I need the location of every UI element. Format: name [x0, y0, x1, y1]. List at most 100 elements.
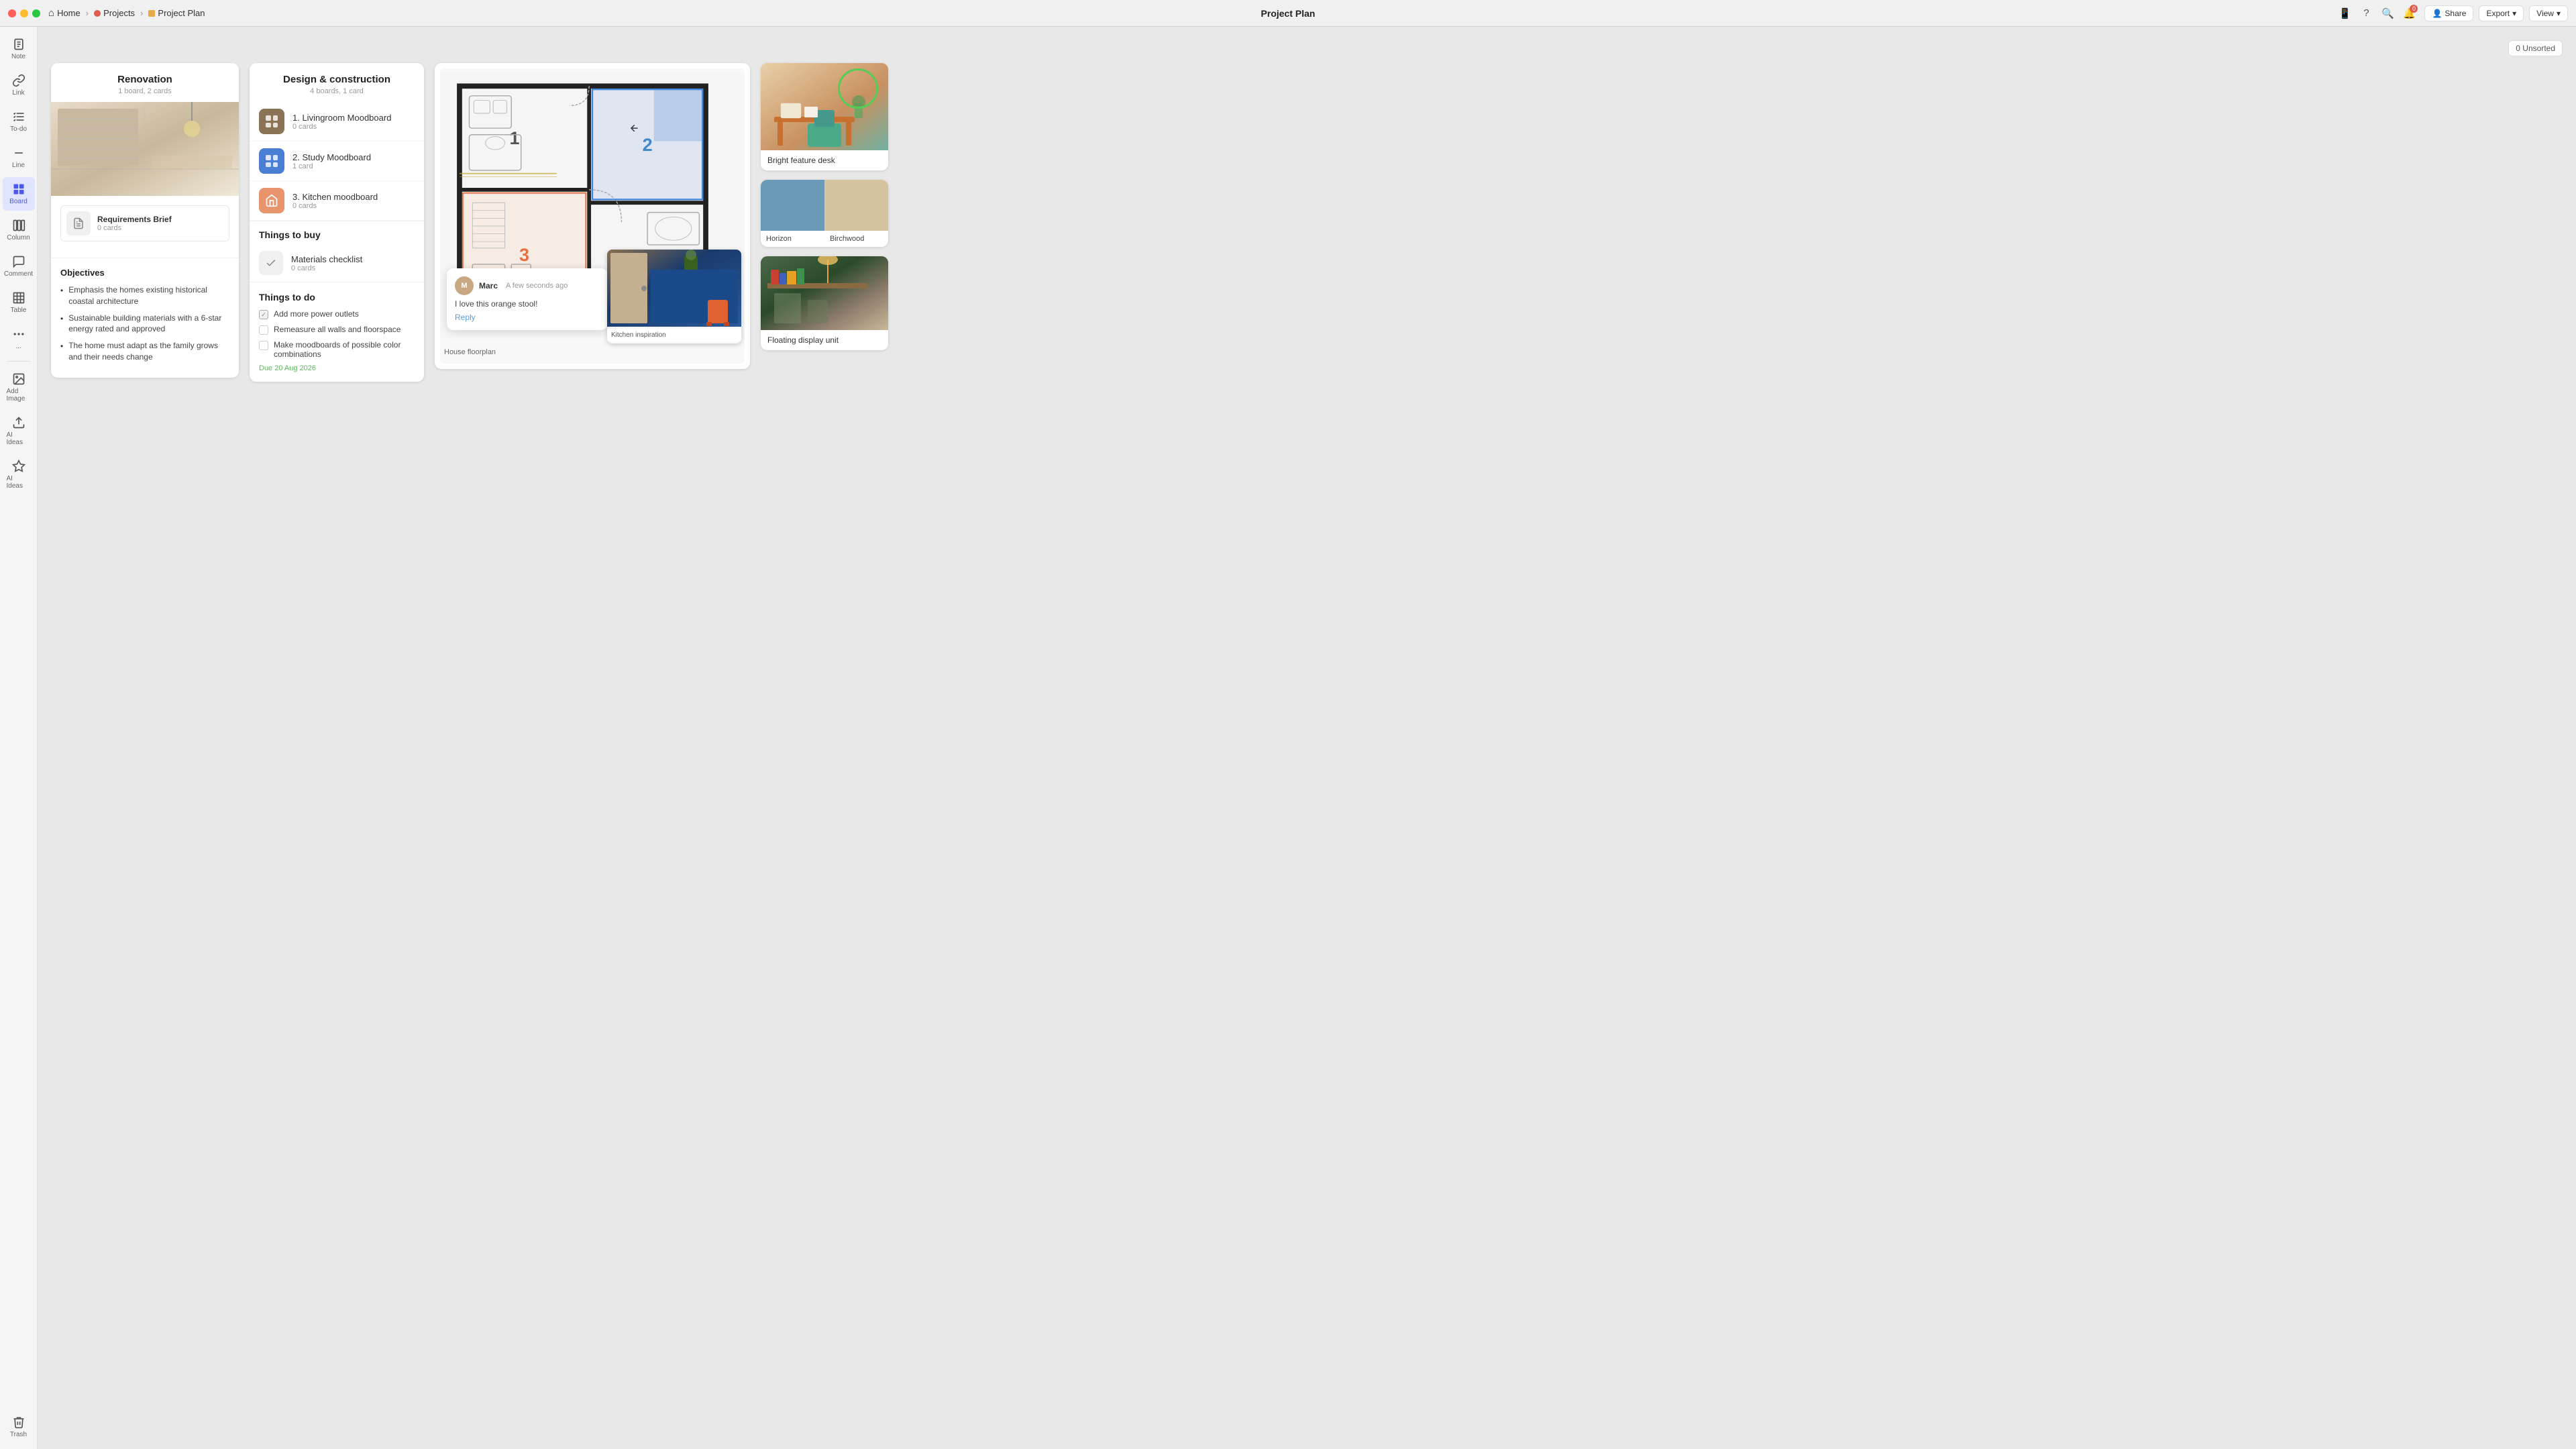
view-button[interactable]: View ▾: [2529, 5, 2568, 21]
swatch-horizon[interactable]: Horizon: [761, 180, 824, 247]
board-item-study[interactable]: 2. Study Moodboard 1 card: [250, 142, 424, 181]
things-to-buy-section: Things to buy: [250, 221, 424, 244]
breadcrumb-home[interactable]: ⌂ Home: [48, 7, 80, 19]
line-label: Line: [12, 162, 25, 169]
board-name-study: 2. Study Moodboard: [292, 152, 371, 162]
board-icon-livingroom: [259, 109, 284, 134]
titlebar-actions: 📱 ? 🔍 🔔 0 👤 Share Export ▾ View ▾: [2339, 5, 2568, 21]
notification-icon[interactable]: 🔔 0: [2403, 7, 2415, 19]
sidebar-item-line[interactable]: Line: [3, 141, 35, 174]
objectives-title: Objectives: [60, 268, 229, 278]
brief-count: 0 cards: [97, 224, 172, 232]
sidebar-item-upload[interactable]: AI Ideas: [3, 411, 35, 451]
brief-title: Requirements Brief: [97, 215, 172, 224]
minimize-button[interactable]: [20, 9, 28, 17]
sidebar-item-table[interactable]: Table: [3, 286, 35, 319]
todo-checkbox-2[interactable]: [259, 325, 268, 335]
board-item-livingroom[interactable]: 1. Livingroom Moodboard 0 cards: [250, 102, 424, 142]
unsorted-button[interactable]: 0 Unsorted: [2508, 40, 2563, 56]
sidebar-item-note[interactable]: Note: [3, 32, 35, 66]
board-count-study: 1 card: [292, 162, 371, 170]
svg-text:2: 2: [643, 135, 653, 155]
floating-display-label: Floating display unit: [761, 330, 888, 350]
board-icon-study: [259, 148, 284, 174]
sidebar-item-add-image[interactable]: Add Image: [3, 367, 35, 408]
floorplan-inner: 1 2 3: [440, 68, 745, 364]
add-image-label: Add Image: [7, 388, 31, 402]
floating-display-card: Floating display unit: [761, 256, 888, 350]
breadcrumb-projects[interactable]: Projects: [94, 8, 135, 18]
floorplan-card: 1 2 3: [435, 63, 750, 369]
sidebar-item-todo[interactable]: To-do: [3, 105, 35, 138]
note-label: Note: [11, 53, 25, 60]
materials-checklist-item[interactable]: Materials checklist 0 cards: [250, 244, 424, 282]
things-to-do-title: Things to do: [259, 292, 415, 303]
ai-label: AI Ideas: [7, 475, 31, 490]
renovation-body: Requirements Brief 0 cards: [51, 196, 239, 258]
board-icon-kitchen: [259, 188, 284, 213]
svg-text:1: 1: [510, 128, 520, 148]
reply-button[interactable]: Reply: [455, 313, 600, 322]
materials-checklist-name: Materials checklist: [291, 254, 362, 264]
comment-label: Comment: [4, 270, 33, 278]
feature-desk-label: Bright feature desk: [761, 150, 888, 170]
sidebar-item-comment[interactable]: Comment: [3, 250, 35, 283]
device-icon: 📱: [2339, 7, 2351, 19]
trash-label: Trash: [10, 1431, 27, 1438]
swatch-horizon-label: Horizon: [761, 231, 824, 247]
todo-checkbox-1[interactable]: [259, 310, 268, 319]
action-bar: 👤 Share Export ▾ View ▾: [2424, 5, 2568, 21]
breadcrumb-project-plan[interactable]: Project Plan: [148, 8, 205, 18]
search-icon[interactable]: 🔍: [2381, 7, 2394, 19]
fullscreen-button[interactable]: [32, 9, 40, 17]
comment-header: M Marc A few seconds ago: [455, 276, 600, 295]
kitchen-photo: Kitchen inspiration: [607, 250, 741, 343]
board-count-livingroom: 0 cards: [292, 123, 391, 131]
todo-label: To-do: [10, 125, 27, 133]
objective-2: • Sustainable building materials with a …: [60, 313, 229, 335]
close-button[interactable]: [8, 9, 16, 17]
design-subtitle: 4 boards, 1 card: [260, 87, 413, 95]
canvas-grid: Renovation 1 board, 2 cards: [51, 63, 2563, 382]
traffic-lights: [8, 9, 40, 17]
due-date: Due 20 Aug 2026: [259, 364, 415, 372]
top-bar: 0 Unsorted: [51, 40, 2563, 56]
design-header: Design & construction 4 boards, 1 card: [250, 63, 424, 102]
help-icon[interactable]: ?: [2360, 7, 2372, 19]
sidebar-item-link[interactable]: Link: [3, 68, 35, 102]
sidebar-item-column[interactable]: Column: [3, 213, 35, 247]
titlebar: ⌂ Home › Projects › Project Plan Project…: [0, 0, 2576, 27]
green-circle-overlay: [838, 68, 878, 109]
sidebar-item-board[interactable]: Board: [3, 177, 35, 211]
objective-3: • The home must adapt as the family grow…: [60, 340, 229, 363]
feature-desk-card: Bright feature desk: [761, 63, 888, 170]
swatch-birchwood[interactable]: Birchwood: [824, 180, 888, 247]
floating-display-image: [761, 256, 888, 330]
brief-item[interactable]: Requirements Brief 0 cards: [60, 205, 229, 241]
todo-checkbox-3[interactable]: [259, 341, 268, 350]
brief-icon: [66, 211, 91, 235]
things-to-buy-title: Things to buy: [259, 229, 415, 240]
renovation-title: Renovation: [62, 74, 228, 85]
todo-item-1: Add more power outlets: [259, 309, 415, 319]
board-name-livingroom: 1. Livingroom Moodboard: [292, 113, 391, 123]
todo-item-2: Remeasure all walls and floorspace: [259, 325, 415, 335]
todo-item-3: Make moodboards of possible color combin…: [259, 340, 415, 359]
upload-label: AI Ideas: [7, 431, 31, 446]
objective-1: • Emphasis the homes existing historical…: [60, 284, 229, 307]
comment-time: A few seconds ago: [506, 282, 568, 290]
board-item-kitchen[interactable]: 3. Kitchen moodboard 0 cards: [250, 181, 424, 221]
sidebar-item-ai[interactable]: AI Ideas: [3, 454, 35, 495]
objectives-section: Objectives • Emphasis the homes existing…: [51, 258, 239, 378]
share-button[interactable]: 👤 Share: [2424, 5, 2473, 21]
sidebar-item-trash[interactable]: Trash: [3, 1410, 35, 1444]
color-swatches: Horizon Birchwood: [761, 180, 888, 247]
export-button[interactable]: Export ▾: [2479, 5, 2524, 21]
sidebar-item-more[interactable]: ...: [3, 322, 35, 356]
right-panel: Bright feature desk Horizon Birchwood: [761, 63, 888, 350]
materials-checklist-count: 0 cards: [291, 264, 362, 272]
things-to-do-section: Things to do Add more power outlets Reme…: [250, 282, 424, 382]
sidebar-divider: [7, 361, 31, 362]
renovation-image: [51, 102, 239, 196]
breadcrumb: ⌂ Home › Projects › Project Plan: [48, 7, 205, 19]
